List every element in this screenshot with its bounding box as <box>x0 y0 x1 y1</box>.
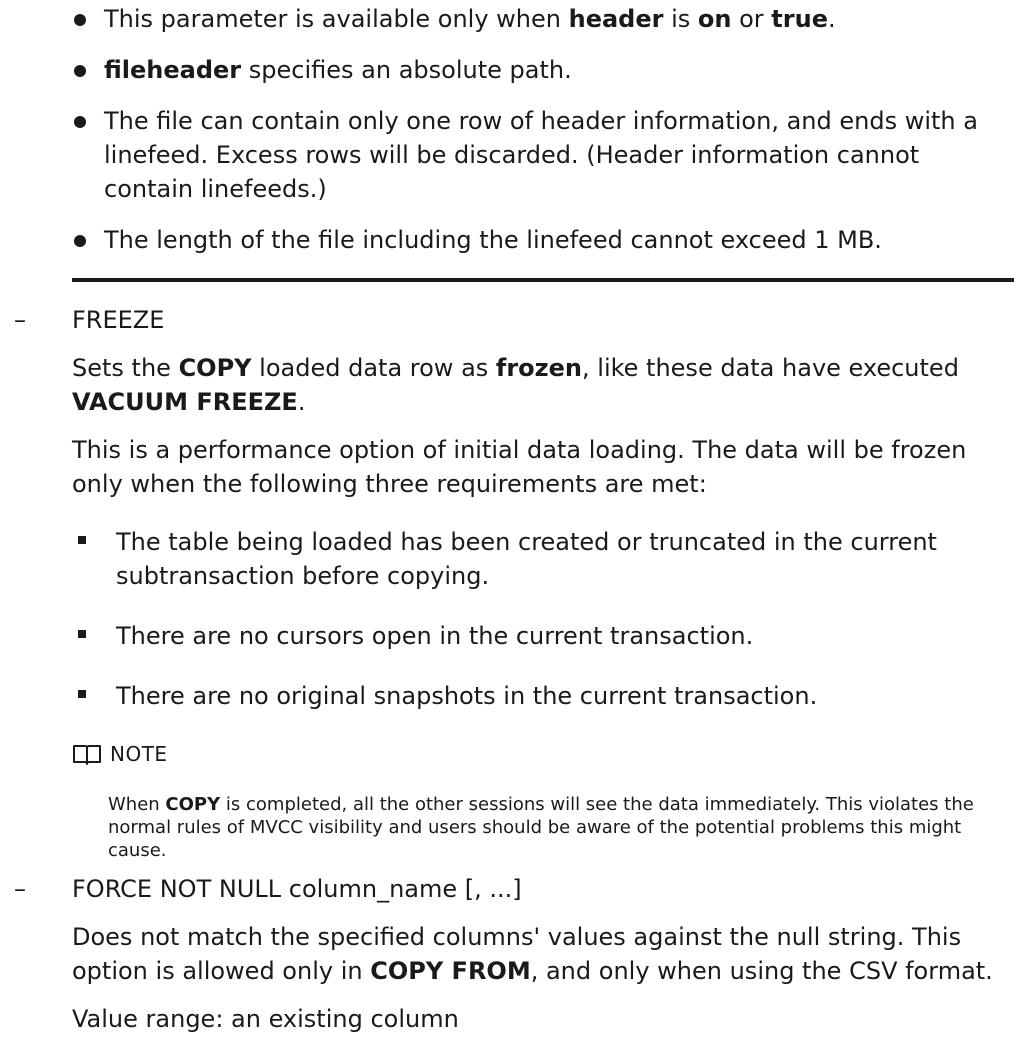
requirements-list: The table being loaded has been created … <box>72 525 1012 713</box>
param-description: Does not match the specified columns' va… <box>72 923 993 985</box>
bullet-text: This parameter is available only when he… <box>104 5 836 33</box>
header-note-bullet-list: This parameter is available only when he… <box>72 0 1012 274</box>
param-force-not-null: – FORCE NOT NULL column_name [, ...] Doe… <box>14 872 1012 1036</box>
bold-term: fileheader <box>104 56 242 84</box>
param-name: FORCE NOT NULL column_name [, ...] <box>72 875 522 903</box>
list-item: fileheader specifies an absolute path. <box>72 53 1012 87</box>
param-description: Sets the COPY loaded data row as frozen,… <box>72 354 959 416</box>
bold-term: on <box>697 5 732 33</box>
square-bullet-icon <box>78 630 86 638</box>
list-item: There are no cursors open in the current… <box>72 619 1012 653</box>
param-dash: – <box>14 875 26 903</box>
list-item: The length of the file including the lin… <box>72 223 1012 257</box>
value-range-text: Value range: an existing column <box>72 1005 459 1033</box>
param-performance-text: This is a performance option of initial … <box>72 436 967 498</box>
bold-term: header <box>568 5 664 33</box>
param-freeze: – FREEZE Sets the COPY loaded data row a… <box>14 303 1012 862</box>
list-item: This parameter is available only when he… <box>72 2 1012 36</box>
param-name: FREEZE <box>72 306 165 334</box>
bold-term: frozen <box>495 354 583 382</box>
bullet-dot-icon <box>74 65 86 77</box>
param-dash: – <box>14 306 26 334</box>
bullet-dot-icon <box>74 14 86 26</box>
bullet-text: The length of the file including the lin… <box>104 226 882 254</box>
document-page: This parameter is available only when he… <box>0 0 1026 1057</box>
requirement-text: There are no cursors open in the current… <box>116 622 754 650</box>
list-item: The table being loaded has been created … <box>72 525 1012 593</box>
bold-term: COPY <box>165 794 221 815</box>
bold-term: COPY <box>178 354 252 382</box>
bullet-text: The file can contain only one row of hea… <box>104 107 978 203</box>
bullet-dot-icon <box>74 116 86 128</box>
note-header: NOTE <box>72 737 1012 771</box>
bold-term: true <box>771 5 828 33</box>
list-item: The file can contain only one row of hea… <box>72 104 1012 206</box>
square-bullet-icon <box>78 536 86 544</box>
note-end-divider <box>72 278 1014 282</box>
note-title: NOTE <box>110 742 168 766</box>
open-book-icon <box>73 745 101 765</box>
note-body: When COPY is completed, all the other se… <box>108 794 974 861</box>
requirement-text: The table being loaded has been created … <box>116 528 937 590</box>
bold-term: VACUUM FREEZE <box>72 388 298 416</box>
list-item: There are no original snapshots in the c… <box>72 679 1012 713</box>
bullet-dot-icon <box>74 235 86 247</box>
square-bullet-icon <box>78 690 86 698</box>
requirement-text: There are no original snapshots in the c… <box>116 682 818 710</box>
bullet-text: fileheader specifies an absolute path. <box>104 56 572 84</box>
bold-term: COPY FROM <box>370 957 531 985</box>
